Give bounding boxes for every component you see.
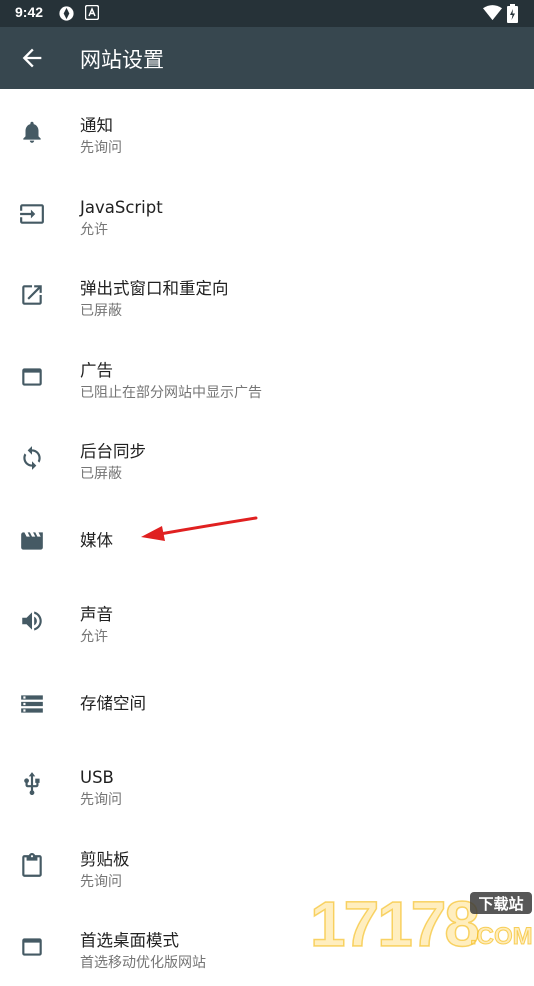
setting-title: 存储空间 [80, 693, 146, 713]
setting-sound[interactable]: 声音 允许 [0, 578, 534, 660]
open-in-new-icon [22, 285, 42, 305]
setting-subtitle: 先询问 [80, 873, 122, 890]
volume-up-icon [22, 611, 42, 631]
web-asset-icon [22, 938, 42, 956]
back-arrow-icon[interactable] [18, 44, 46, 72]
setting-title: 媒体 [80, 530, 113, 550]
status-bar: 9:42 [0, 0, 534, 27]
site-settings-list: 通知 先询问 JavaScript 允许 弹出式窗口和重定向 已屏蔽 广告 已阻… [0, 89, 534, 986]
movie-clapper-icon [21, 531, 43, 550]
setting-storage[interactable]: 存储空间 [0, 660, 534, 742]
setting-title: 通知 [80, 116, 113, 135]
site-watermark: 17178 下载站 .COM [310, 887, 533, 950]
a-notification-icon [85, 5, 99, 20]
storage-icon [21, 694, 43, 713]
setting-ads[interactable]: 广告 已阻止在部分网站中显示广告 [0, 334, 534, 416]
page-title: 网站设置 [80, 48, 164, 72]
setting-subtitle: 允许 [80, 221, 108, 238]
setting-title: 声音 [80, 605, 113, 624]
setting-popups-redirects[interactable]: 弹出式窗口和重定向 已屏蔽 [0, 252, 534, 334]
setting-title: 广告 [80, 360, 113, 380]
wifi-icon [483, 5, 502, 21]
setting-subtitle: 已屏蔽 [80, 466, 122, 482]
setting-title: 弹出式窗口和重定向 [80, 279, 229, 298]
setting-media[interactable]: 媒体 [0, 497, 534, 579]
setting-usb[interactable]: USB 先询问 [0, 741, 534, 823]
setting-background-sync[interactable]: 后台同步 已屏蔽 [0, 415, 534, 497]
sync-icon [23, 446, 41, 470]
watermark-badge: 下载站 [478, 895, 523, 913]
watermark-number: 17178 [310, 888, 478, 950]
setting-title: USB [80, 768, 114, 787]
app-bar: 网站设置 [0, 27, 534, 89]
setting-subtitle: 先询问 [80, 792, 122, 808]
clipboard-icon [22, 852, 42, 877]
usb-icon [24, 772, 40, 796]
setting-subtitle: 先询问 [80, 140, 122, 156]
status-time: 9:42 [15, 4, 44, 20]
setting-subtitle: 首选移动优化版网站 [80, 955, 206, 971]
setting-title: JavaScript [80, 197, 163, 217]
input-arrow-icon [20, 203, 44, 224]
annotation-arrow [141, 516, 258, 541]
web-asset-icon [22, 367, 42, 386]
watermark-suffix: .COM [470, 923, 533, 950]
setting-javascript[interactable]: JavaScript 允许 [0, 171, 534, 253]
bell-icon [23, 121, 41, 143]
setting-notifications[interactable]: 通知 先询问 [0, 89, 534, 171]
setting-title: 剪贴板 [80, 849, 130, 869]
setting-subtitle: 允许 [80, 629, 108, 645]
settings-notification-icon [59, 6, 74, 21]
battery-charging-icon [507, 4, 518, 23]
setting-title: 后台同步 [80, 442, 146, 461]
setting-subtitle: 已屏蔽 [80, 303, 122, 319]
setting-subtitle: 已阻止在部分网站中显示广告 [80, 384, 262, 401]
setting-title: 首选桌面模式 [80, 931, 179, 950]
